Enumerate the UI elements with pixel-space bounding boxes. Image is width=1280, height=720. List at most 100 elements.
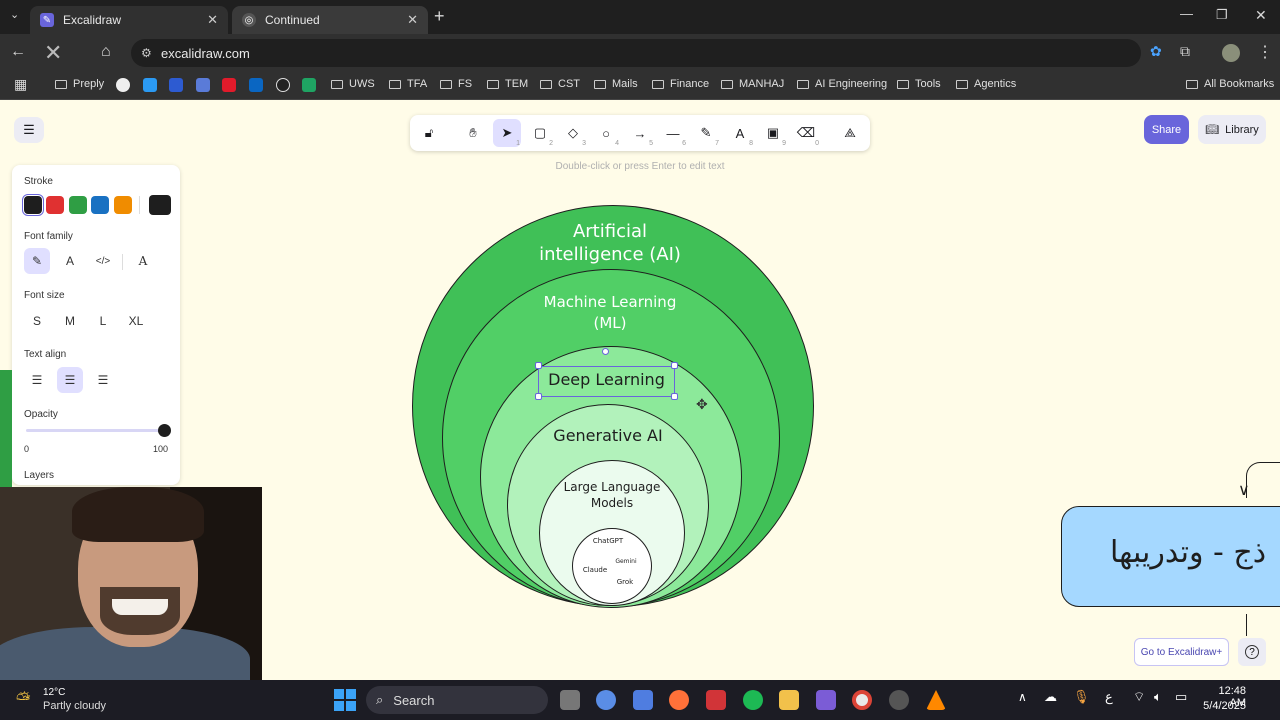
ml-label[interactable]: Machine Learning (ML): [530, 292, 690, 334]
volume-icon[interactable]: 🔈︎: [1154, 689, 1162, 705]
stroke-color-green[interactable]: [69, 196, 87, 214]
font-normal[interactable]: A: [57, 248, 83, 274]
taskbar-search[interactable]: ⌕ Search: [366, 686, 548, 714]
text-tool[interactable]: A8: [726, 119, 754, 148]
new-tab-icon[interactable]: +: [434, 6, 445, 27]
extension-icon[interactable]: ✿: [1150, 43, 1162, 60]
chrome-icon[interactable]: [852, 690, 872, 710]
clock-date[interactable]: 5/4/2025: [1200, 700, 1246, 712]
firefox-icon[interactable]: [669, 690, 689, 710]
show-hidden-icons[interactable]: ∧: [1018, 690, 1027, 704]
bookmark-site-icon[interactable]: [276, 78, 290, 92]
hand-tool[interactable]: ✋︎: [459, 119, 487, 147]
file-explorer-icon[interactable]: [779, 690, 799, 710]
app-icon[interactable]: [816, 690, 836, 710]
resize-handle[interactable]: [671, 362, 678, 369]
linkedin-icon[interactable]: [249, 78, 263, 92]
align-right-button[interactable]: ☰: [90, 367, 116, 393]
share-button[interactable]: Share: [1144, 115, 1189, 144]
ellipse-tool[interactable]: ○ 4: [592, 119, 620, 148]
grok-label[interactable]: Grok: [612, 578, 638, 586]
bookmark-folder[interactable]: TFA: [389, 78, 427, 90]
apps-grid-icon[interactable]: ▦: [14, 76, 27, 93]
green-shape-partial[interactable]: [0, 370, 12, 487]
bookmark-site-icon[interactable]: [196, 78, 210, 92]
genai-label[interactable]: Generative AI: [530, 426, 686, 445]
connector-line[interactable]: [1246, 614, 1247, 636]
home-icon[interactable]: ⌂: [101, 43, 111, 61]
bookmark-folder[interactable]: Finance: [652, 78, 709, 90]
bookmark-site-icon[interactable]: [116, 78, 130, 92]
bookmark-folder[interactable]: MANHAJ: [721, 78, 784, 90]
profile-avatar[interactable]: [1222, 44, 1240, 62]
font-size-l[interactable]: L: [90, 308, 116, 334]
app-icon[interactable]: [889, 690, 909, 710]
font-code[interactable]: </>: [90, 248, 116, 274]
bookmark-folder[interactable]: AI Engineering: [797, 78, 887, 90]
battery-icon[interactable]: ▭: [1175, 689, 1187, 705]
ai-label[interactable]: Artificial intelligence (AI): [520, 220, 700, 266]
resize-handle[interactable]: [535, 393, 542, 400]
diamond-tool[interactable]: ◇ 3: [559, 119, 587, 147]
minimize-icon[interactable]: —: [1180, 6, 1193, 21]
resize-handle[interactable]: [671, 393, 678, 400]
close-tab-icon[interactable]: ✕: [407, 12, 418, 28]
lock-tool[interactable]: 🔓︎: [415, 119, 443, 147]
maximize-icon[interactable]: ❐: [1216, 7, 1228, 23]
bookmark-site-icon[interactable]: [143, 78, 157, 92]
bookmark-folder[interactable]: Mails: [594, 78, 638, 90]
back-icon[interactable]: ←: [10, 43, 26, 61]
font-size-s[interactable]: S: [24, 308, 50, 334]
start-windows-icon[interactable]: [334, 689, 356, 711]
extensions-puzzle-icon[interactable]: ⧉: [1180, 43, 1190, 60]
wifi-icon[interactable]: ⌔: [1133, 689, 1145, 705]
tab-excalidraw[interactable]: ✎ Excalidraw ✕: [30, 6, 228, 34]
claude-label[interactable]: Claude: [579, 566, 611, 574]
tab-search-icon[interactable]: ⌄: [10, 8, 19, 21]
app-icon[interactable]: [706, 690, 726, 710]
language-indicator[interactable]: ع: [1105, 689, 1113, 705]
go-excalidraw-plus-button[interactable]: Go to Excalidraw+: [1134, 638, 1229, 666]
stroke-color-red[interactable]: [46, 196, 64, 214]
bookmark-preply[interactable]: Preply: [55, 78, 104, 90]
bookmark-site-icon[interactable]: [169, 78, 183, 92]
llm-label[interactable]: Large Language Models: [555, 479, 669, 511]
all-bookmarks[interactable]: All Bookmarks: [1186, 78, 1274, 90]
bookmark-folder[interactable]: FS: [440, 78, 472, 90]
current-stroke-color[interactable]: [149, 195, 171, 215]
youtube-icon[interactable]: [222, 78, 236, 92]
rotate-handle[interactable]: [602, 348, 609, 355]
opacity-slider-thumb[interactable]: [158, 424, 171, 437]
arrow-tool[interactable]: → 5: [626, 119, 654, 148]
gemini-label[interactable]: Gemini: [611, 558, 641, 565]
font-hand-drawn[interactable]: ✎: [24, 248, 50, 274]
draw-tool[interactable]: ✎ 7: [692, 119, 720, 147]
tab-continued[interactable]: ◎ Continued ✕: [232, 6, 428, 34]
font-more[interactable]: A: [130, 248, 156, 274]
line-tool[interactable]: —6: [659, 119, 687, 148]
close-window-icon[interactable]: ✕: [1255, 7, 1267, 24]
weather-temp[interactable]: 12°C: [43, 687, 65, 698]
close-tab-icon[interactable]: ✕: [207, 12, 218, 28]
stroke-color-blue[interactable]: [91, 196, 109, 214]
task-view-icon[interactable]: [560, 690, 580, 710]
copilot-icon[interactable]: [596, 690, 616, 710]
align-left-button[interactable]: ☰: [24, 367, 50, 393]
onedrive-icon[interactable]: ☁: [1044, 689, 1057, 705]
align-center-button[interactable]: ☰: [57, 367, 83, 393]
bookmark-folder[interactable]: Agentics: [956, 78, 1016, 90]
app-icon[interactable]: [633, 690, 653, 710]
eraser-tool[interactable]: ⌫ 0: [792, 119, 820, 147]
opacity-slider[interactable]: [26, 429, 168, 432]
microphone-icon[interactable]: 🎙︎: [1073, 689, 1090, 705]
arabic-text-box[interactable]: ذج - وتدريبها: [1061, 506, 1280, 607]
weather-text[interactable]: Partly cloudy: [43, 700, 106, 712]
dl-label[interactable]: Deep Learning: [538, 370, 675, 389]
main-menu-button[interactable]: ☰: [14, 117, 44, 143]
more-menu-icon[interactable]: ⋮: [1257, 42, 1273, 62]
bookmark-folder[interactable]: TEM: [487, 78, 528, 90]
bookmark-folder[interactable]: CST: [540, 78, 580, 90]
more-tools[interactable]: ⟁: [836, 119, 864, 147]
library-button[interactable]: 📖︎ Library: [1198, 115, 1266, 144]
image-tool[interactable]: ▣ 9: [759, 119, 787, 147]
